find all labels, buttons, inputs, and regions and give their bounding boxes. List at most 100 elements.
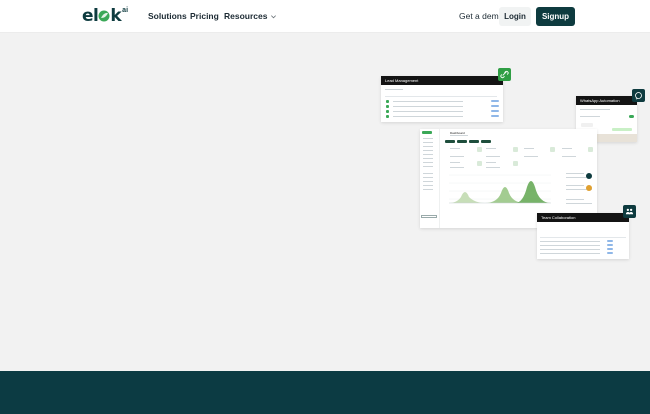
- activity-item: [566, 199, 584, 201]
- sidebar-item: [423, 138, 433, 140]
- sidebar-item: [423, 181, 433, 183]
- row-check: [386, 100, 389, 103]
- leaf-icon: [98, 10, 110, 22]
- chat-icon: [635, 92, 642, 100]
- activity-item: [566, 173, 584, 175]
- table-header: [540, 237, 626, 239]
- table-row: [393, 101, 463, 103]
- filter-pill: [445, 140, 455, 143]
- row-tag: [607, 248, 613, 250]
- table-row: [540, 245, 600, 247]
- sidebar-item: [423, 173, 433, 175]
- table-row: [393, 106, 463, 108]
- sidebar-item: [423, 185, 433, 187]
- table-row: [540, 253, 600, 255]
- activity-avatar: [586, 173, 592, 179]
- row-tag: [491, 100, 499, 102]
- metric-value: [450, 167, 464, 169]
- row-tag: [607, 252, 613, 254]
- team-collaboration-title: Team Collaboration: [537, 213, 629, 222]
- activity-chart: [449, 174, 551, 204]
- chevron-down-icon: [271, 14, 277, 18]
- metric-value: [486, 167, 500, 169]
- nav-pricing[interactable]: Pricing: [190, 11, 219, 21]
- message-bubble: [612, 128, 632, 131]
- signup-button[interactable]: Signup: [536, 7, 575, 26]
- sidebar-item: [423, 177, 433, 179]
- logo-ai-suffix: ai: [122, 7, 129, 14]
- row-tag: [607, 240, 613, 242]
- brand-logo[interactable]: el k ai: [82, 6, 128, 26]
- row-check: [386, 110, 389, 113]
- sidebar-search: [421, 215, 437, 218]
- metric-icon: [588, 147, 593, 152]
- activity-item: [566, 185, 584, 187]
- top-navigation: el k ai Solutions Pricing Resources Get …: [0, 0, 650, 33]
- metric-label: [486, 148, 496, 150]
- metric-label: [450, 148, 460, 150]
- sidebar-logo: [422, 131, 432, 134]
- lead-management-title: Lead Management: [381, 76, 503, 85]
- lead-management-card: Lead Management: [381, 76, 503, 122]
- sidebar-item: [423, 142, 433, 144]
- metric-label: [486, 162, 496, 164]
- link-badge: [498, 68, 511, 81]
- row-tag: [491, 115, 499, 117]
- sidebar-item: [423, 189, 433, 191]
- team-collaboration-card: Team Collaboration: [537, 213, 629, 259]
- link-icon: [500, 70, 509, 79]
- metric-icon: [477, 161, 482, 166]
- metric-icon: [477, 147, 482, 152]
- row-tag: [491, 105, 499, 107]
- nav-pricing-label: Pricing: [190, 11, 219, 21]
- metric-value: [562, 156, 576, 158]
- chat-header: [580, 109, 610, 111]
- dashboard-sidebar: [420, 129, 440, 228]
- users-badge: [623, 205, 636, 218]
- sidebar-item: [423, 166, 433, 168]
- metric-icon: [513, 161, 518, 166]
- nav-solutions[interactable]: Solutions: [148, 11, 187, 21]
- metric-label: [524, 148, 534, 150]
- filter-pill: [457, 140, 467, 143]
- toggle-switch: [629, 115, 634, 118]
- login-button[interactable]: Login: [499, 7, 531, 26]
- table-row: [393, 111, 463, 113]
- nav-solutions-label: Solutions: [148, 11, 187, 21]
- metric-label: [562, 148, 572, 150]
- row-tag: [491, 110, 499, 112]
- chat-line: [580, 116, 600, 118]
- sidebar-item: [423, 162, 433, 164]
- logo-text-end: k: [110, 6, 122, 26]
- row-check: [386, 115, 389, 118]
- metric-value: [524, 156, 538, 158]
- sidebar-item: [423, 150, 433, 152]
- table-row: [540, 241, 600, 243]
- row-tag: [607, 244, 613, 246]
- filter-pill: [481, 140, 491, 143]
- chat-badge: [632, 89, 645, 102]
- table-row: [540, 249, 600, 251]
- activity-item: [566, 203, 592, 205]
- sidebar-item: [423, 146, 433, 148]
- sidebar-item: [423, 158, 433, 160]
- search-bar: [385, 89, 403, 91]
- table-header: [385, 96, 497, 98]
- activity-avatar: [586, 185, 592, 191]
- metric-icon: [513, 147, 518, 152]
- nav-resources[interactable]: Resources: [224, 11, 277, 21]
- get-demo-link[interactable]: Get a demo: [459, 11, 503, 21]
- metric-value: [486, 156, 500, 158]
- nav-resources-label: Resources: [224, 11, 268, 21]
- sidebar-item: [423, 154, 433, 156]
- whatsapp-automation-title: WhatsApp Automation: [576, 96, 637, 105]
- metric-label: [450, 162, 460, 164]
- metric-icon: [550, 147, 555, 152]
- table-row: [393, 116, 463, 118]
- logo-text-start: el: [82, 6, 99, 26]
- users-icon: [625, 208, 634, 215]
- message-bubble: [581, 123, 593, 127]
- filter-pill: [469, 140, 479, 143]
- metric-value: [450, 156, 464, 158]
- dashboard-subtitle: [450, 135, 468, 137]
